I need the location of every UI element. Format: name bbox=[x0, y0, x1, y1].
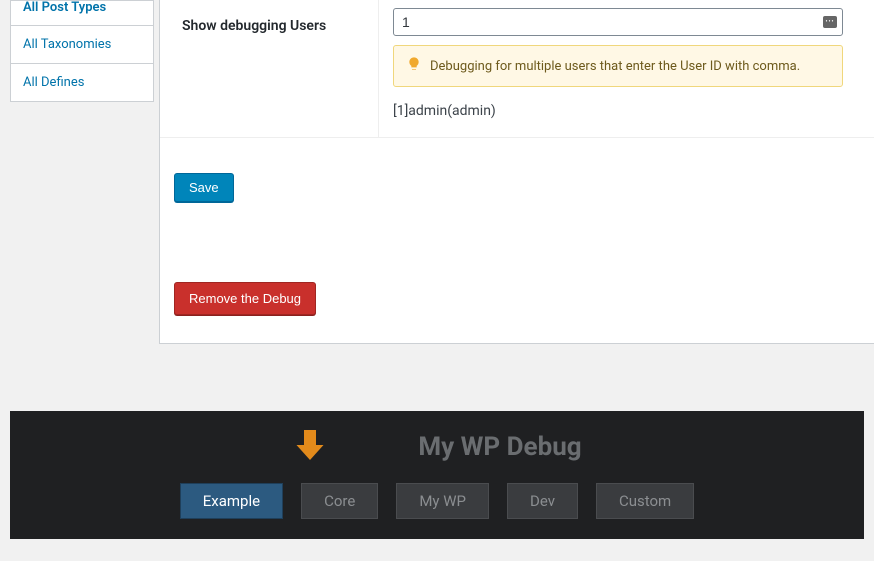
sidebar-item-label: All Post Types bbox=[23, 0, 106, 15]
debug-header: My WP Debug bbox=[10, 411, 864, 475]
sidebar-item-post-types[interactable]: All Post Types bbox=[10, 0, 154, 26]
user-display-line: [1]admin(admin) bbox=[393, 103, 864, 119]
sidebar-item-taxonomies[interactable]: All Taxonomies bbox=[10, 26, 154, 64]
lightbulb-icon bbox=[406, 56, 422, 76]
form-row-label: Show debugging Users bbox=[160, 0, 379, 137]
arrow-down-icon bbox=[292, 425, 328, 469]
tab-mywp[interactable]: My WP bbox=[396, 483, 489, 519]
debug-tabs: Example Core My WP Dev Custom bbox=[10, 475, 864, 519]
notice-text: Debugging for multiple users that enter … bbox=[430, 59, 800, 74]
sidebar-item-label: All Defines bbox=[23, 75, 84, 90]
debug-bar-title: My WP Debug bbox=[418, 432, 581, 462]
main-panel: Show debugging Users ••• Debugging for m… bbox=[159, 0, 874, 344]
tab-example[interactable]: Example bbox=[180, 483, 283, 519]
sidebar-nav: All Post Types All Taxonomies All Define… bbox=[10, 0, 154, 102]
tab-dev[interactable]: Dev bbox=[507, 483, 578, 519]
input-field-icon[interactable]: ••• bbox=[823, 16, 837, 28]
save-button[interactable]: Save bbox=[174, 173, 234, 202]
form-row-value: ••• Debugging for multiple users that en… bbox=[379, 0, 874, 137]
form-row-debug-users: Show debugging Users ••• Debugging for m… bbox=[160, 0, 874, 138]
remove-debug-button[interactable]: Remove the Debug bbox=[174, 282, 316, 315]
sidebar-item-defines[interactable]: All Defines bbox=[10, 64, 154, 102]
user-input-wrap: ••• bbox=[393, 8, 843, 36]
user-id-input[interactable] bbox=[393, 8, 843, 36]
remove-row: Remove the Debug bbox=[160, 202, 874, 315]
sidebar-item-label: All Taxonomies bbox=[23, 37, 111, 52]
debug-notice: Debugging for multiple users that enter … bbox=[393, 45, 843, 87]
debug-bar: My WP Debug Example Core My WP Dev Custo… bbox=[10, 411, 864, 539]
save-row: Save bbox=[160, 138, 874, 202]
tab-custom[interactable]: Custom bbox=[596, 483, 694, 519]
tab-core[interactable]: Core bbox=[301, 483, 378, 519]
